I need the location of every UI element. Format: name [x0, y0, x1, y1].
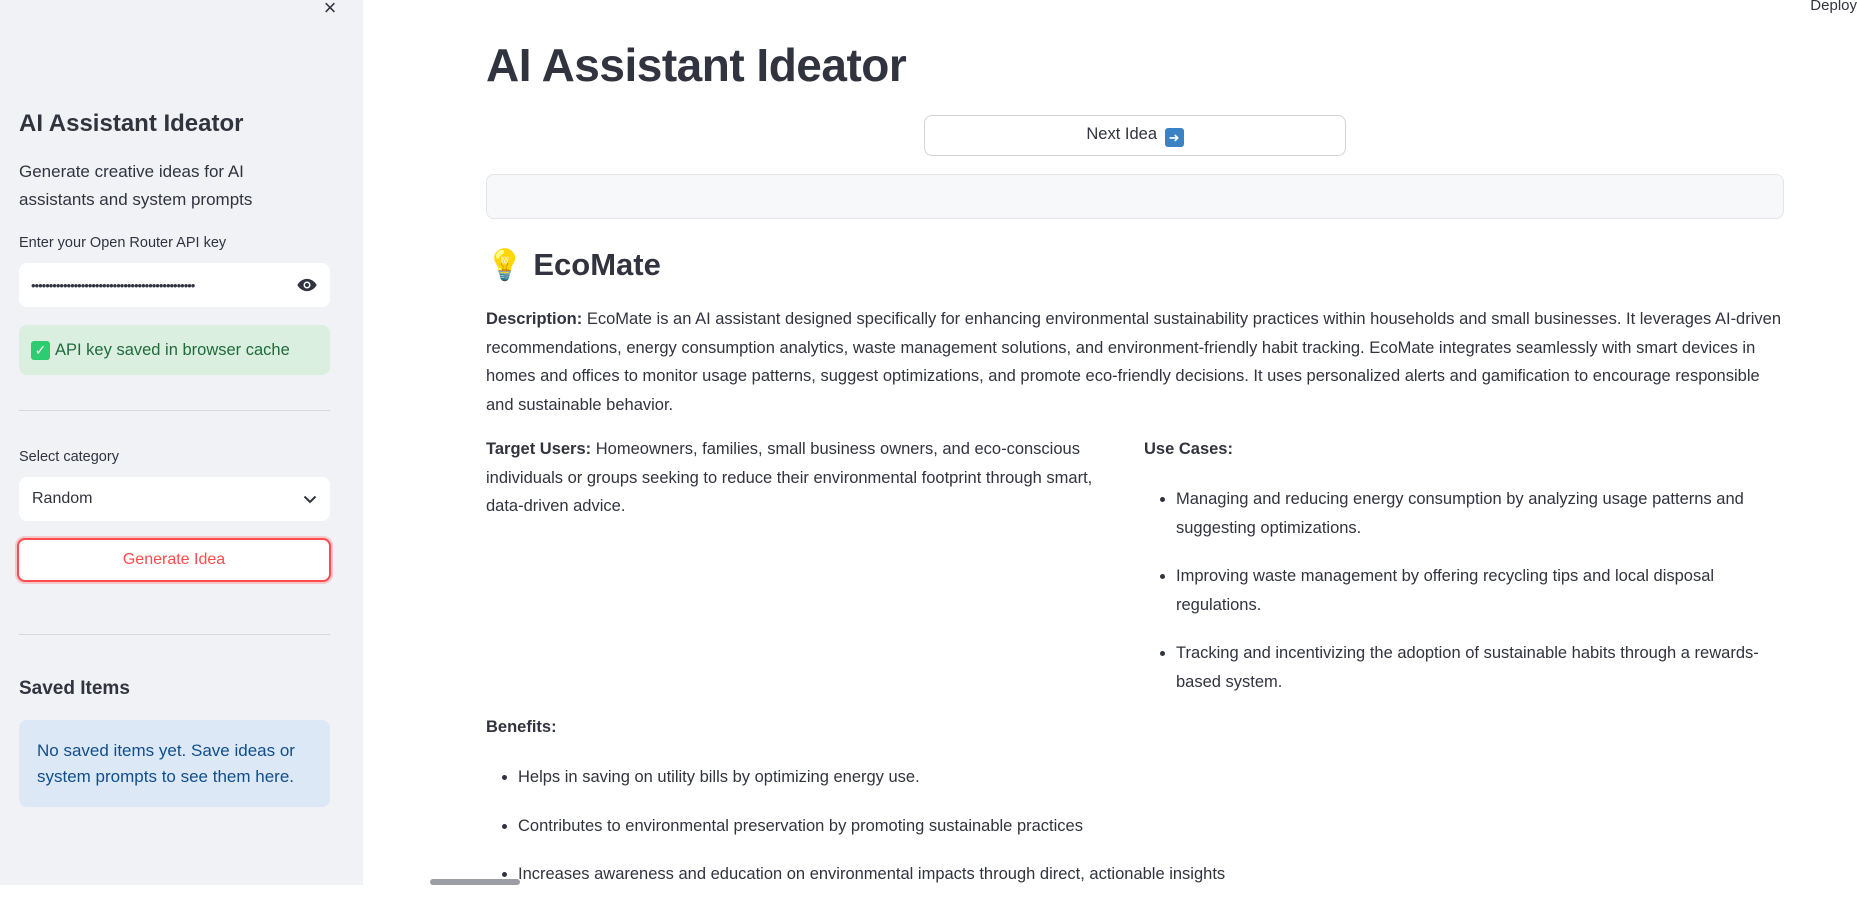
close-icon[interactable]: ×: [318, 0, 342, 19]
sidebar-divider: [19, 634, 330, 635]
arrow-right-icon: ➜: [1164, 127, 1184, 147]
list-item: Tracking and incentivizing the adoption …: [1176, 639, 1786, 696]
api-key-input[interactable]: ••••••••••••••••••••••••••••••••••••••••…: [19, 263, 330, 307]
lightbulb-icon: 💡: [486, 249, 524, 282]
api-key-value[interactable]: ••••••••••••••••••••••••••••••••••••••••…: [31, 278, 286, 293]
benefits-list: Helps in saving on utility bills by opti…: [486, 763, 1718, 909]
next-idea-label: Next Idea: [1086, 124, 1158, 143]
use-cases-list: Managing and reducing energy consumption…: [1144, 485, 1786, 716]
saved-items-title: Saved Items: [19, 678, 130, 699]
benefits-label: Benefits:: [486, 713, 557, 742]
sidebar-divider: [19, 410, 330, 411]
api-key-label: Enter your Open Router API key: [19, 235, 227, 251]
horizontal-scrollbar[interactable]: [430, 879, 520, 885]
category-select[interactable]: Random: [19, 477, 330, 521]
list-item: Increases awareness and education on env…: [518, 860, 1718, 889]
idea-description: Description: EcoMate is an AI assistant …: [486, 305, 1784, 419]
idea-output-container: [486, 174, 1784, 219]
sidebar: × AI Assistant Ideator Generate creative…: [0, 0, 363, 885]
list-item: Helps in saving on utility bills by opti…: [518, 763, 1718, 792]
check-icon: ✓: [31, 340, 50, 360]
idea-title: 💡 EcoMate: [486, 247, 661, 283]
generate-idea-button[interactable]: Generate Idea: [17, 538, 331, 582]
list-item: Contributes to environmental preservatio…: [518, 812, 1718, 841]
description-text: EcoMate is an AI assistant designed spec…: [486, 310, 1781, 414]
sidebar-description: Generate creative ideas for AI assistant…: [19, 162, 253, 209]
target-users: Target Users: Homeowners, families, smal…: [486, 435, 1116, 521]
api-saved-alert: ✓ API key saved in browser cache: [19, 325, 330, 375]
use-cases-heading: Use Cases:: [1144, 440, 1233, 458]
api-saved-message: API key saved in browser cache: [55, 340, 290, 359]
deploy-button[interactable]: Deploy: [1810, 0, 1857, 14]
idea-name: EcoMate: [533, 247, 661, 282]
category-label: Select category: [19, 449, 119, 465]
list-item: Managing and reducing energy consumption…: [1176, 485, 1786, 542]
category-value: Random: [32, 490, 93, 507]
list-item: Improving waste management by offering r…: [1176, 562, 1786, 619]
saved-items-empty-message: No saved items yet. Save ideas or system…: [19, 720, 330, 807]
use-cases-label: Use Cases:: [1144, 435, 1233, 464]
description-label: Description:: [486, 310, 583, 328]
next-idea-button[interactable]: Next Idea ➜: [924, 115, 1346, 156]
benefits-heading: Benefits:: [486, 718, 557, 736]
page-title: AI Assistant Ideator: [486, 39, 907, 91]
target-users-label: Target Users:: [486, 440, 592, 458]
sidebar-title: AI Assistant Ideator: [19, 110, 244, 137]
chevron-down-icon[interactable]: [303, 495, 317, 504]
eye-icon[interactable]: [296, 278, 318, 292]
